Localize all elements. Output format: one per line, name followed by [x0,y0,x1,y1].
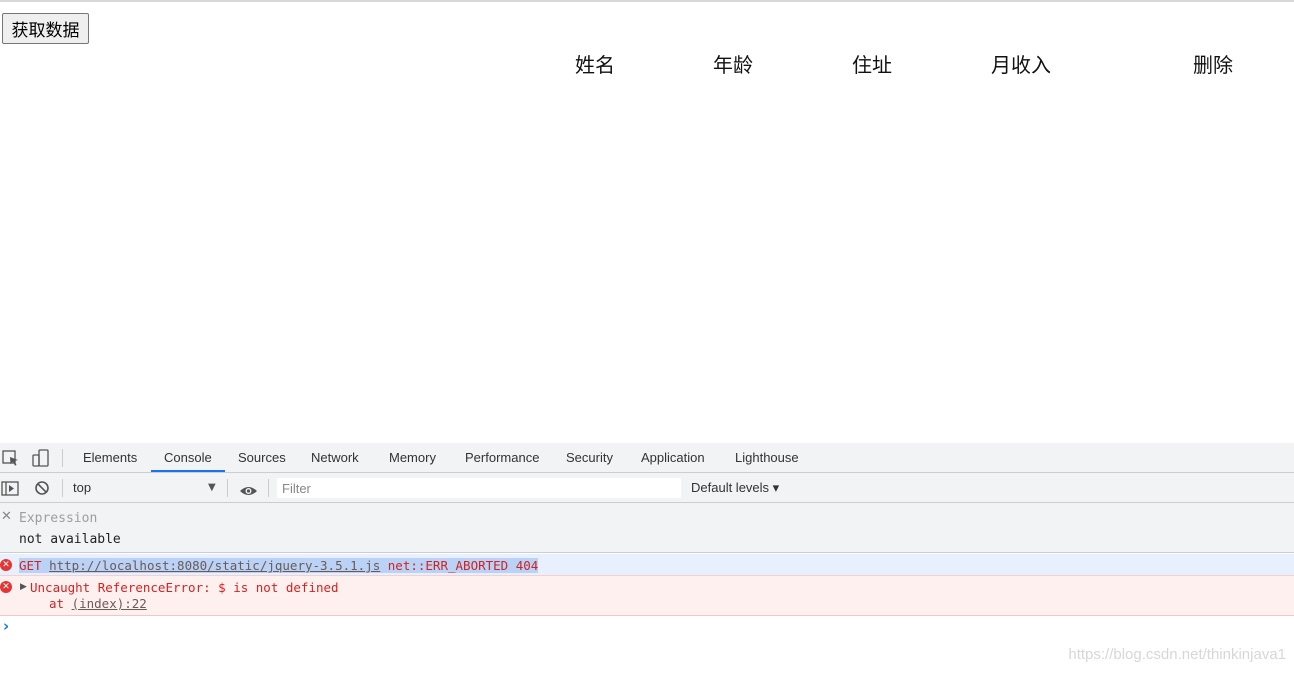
top-divider [0,0,1294,3]
error-icon: ✕ [0,559,12,571]
devtools-tabbar: Elements Console Sources Network Memory … [0,443,1294,473]
error-icon: ✕ [0,581,12,593]
tab-performance[interactable]: Performance [465,443,539,473]
source-location-link[interactable]: (index):22 [72,596,147,611]
tab-elements[interactable]: Elements [83,443,137,473]
active-tab-indicator [151,470,225,472]
console-toolbar: top ▼ Default levels ▾ [0,473,1294,503]
header-monthly-income: 月收入 [991,53,1051,77]
tab-security[interactable]: Security [566,443,613,473]
sidebar-toggle-icon[interactable] [1,481,19,500]
tab-application[interactable]: Application [641,443,705,473]
console-message-reference-error: ✕ ▶ Uncaught ReferenceError: $ is not de… [0,576,1294,616]
header-age: 年龄 [713,53,753,77]
network-error-text: net::ERR_ABORTED 404 [387,558,539,573]
header-delete: 删除 [1193,53,1233,77]
error-text: Uncaught ReferenceError: $ is not define… [30,580,339,595]
console-prompt-icon[interactable]: › [3,617,9,635]
divider [268,479,269,497]
header-name: 姓名 [575,53,615,77]
chevron-down-icon[interactable]: ▼ [208,482,216,493]
devtools-panel: Elements Console Sources Network Memory … [0,443,1294,674]
device-toggle-icon[interactable] [32,449,50,471]
request-url-link[interactable]: http://localhost:8080/static/jquery-3.5.… [49,558,380,573]
watermark: https://blog.csdn.net/thinkinjava1 [1068,646,1286,663]
expression-label[interactable]: Expression [19,511,97,526]
filter-input[interactable] [277,478,681,498]
tab-memory[interactable]: Memory [389,443,436,473]
request-method: GET [19,558,42,573]
fetch-data-button[interactable]: 获取数据 [2,13,89,44]
header-address: 住址 [852,53,892,77]
context-selector[interactable]: top [73,480,91,495]
stack-frame: at (index):22 [49,596,147,611]
log-levels-dropdown[interactable]: Default levels ▾ [691,480,779,496]
divider [227,479,228,497]
inspect-element-icon[interactable] [2,450,20,471]
live-expression: ✕ Expression not available [0,503,1294,553]
expand-triangle-icon[interactable]: ▶ [20,582,27,592]
clear-console-icon[interactable] [34,480,50,500]
stack-at: at [49,596,72,611]
expression-value: not available [19,532,121,547]
console-message-network-error: ✕ GET http://localhost:8080/static/jquer… [0,554,1294,576]
eye-icon[interactable] [239,482,258,501]
message-text[interactable]: GET http://localhost:8080/static/jquery-… [19,558,539,573]
tab-sources[interactable]: Sources [238,443,286,473]
divider [62,479,63,497]
tab-lighthouse[interactable]: Lighthouse [735,443,799,473]
divider [62,449,63,467]
tab-console[interactable]: Console [164,443,212,473]
tab-network[interactable]: Network [311,443,359,473]
close-icon[interactable]: ✕ [1,509,12,524]
